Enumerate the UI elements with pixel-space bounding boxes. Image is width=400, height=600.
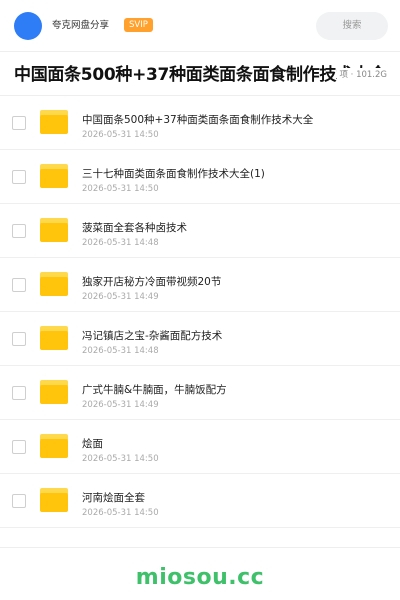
folder-icon	[40, 218, 68, 242]
file-name[interactable]: 河南烩面全套	[82, 491, 145, 505]
folder-icon	[40, 326, 68, 350]
page-title: 中国面条500种+37种面类面条面食制作技术大全	[14, 65, 387, 85]
share-owner-name: 夸克网盘分享	[52, 20, 110, 31]
file-row[interactable]: 中国面条500种+37种面类面条面食制作技术大全 2026-05-31 14:5…	[0, 96, 400, 150]
file-time: 2026-05-31 14:49	[82, 292, 159, 302]
file-row[interactable]: 广式牛腩&牛腩面，牛腩饭配方 2026-05-31 14:49	[0, 366, 400, 420]
file-time: 2026-05-31 14:48	[82, 238, 159, 248]
file-time: 2026-05-31 14:49	[82, 400, 159, 410]
share-summary: 项 · 101.2G	[337, 68, 387, 82]
footer-divider	[0, 547, 400, 548]
folder-icon	[40, 272, 68, 296]
file-time: 2026-05-31 14:50	[82, 508, 159, 518]
file-time: 2026-05-31 14:50	[82, 454, 159, 464]
folder-icon	[40, 434, 68, 458]
folder-icon	[40, 164, 68, 188]
file-name[interactable]: 冯记镇店之宝-杂酱面配方技术	[82, 329, 222, 343]
checkbox[interactable]	[12, 494, 26, 508]
search-input[interactable]: 搜索	[316, 12, 388, 40]
file-name[interactable]: 三十七种面类面条面食制作技术大全(1)	[82, 167, 265, 181]
file-name[interactable]: 中国面条500种+37种面类面条面食制作技术大全	[82, 113, 313, 127]
file-row[interactable]: 冯记镇店之宝-杂酱面配方技术 2026-05-31 14:48	[0, 312, 400, 366]
file-row[interactable]: 三十七种面类面条面食制作技术大全(1) 2026-05-31 14:50	[0, 150, 400, 204]
checkbox[interactable]	[12, 224, 26, 238]
avatar[interactable]	[14, 12, 42, 40]
file-row[interactable]: 烩面 2026-05-31 14:50	[0, 420, 400, 474]
file-name[interactable]: 烩面	[82, 437, 103, 451]
svip-badge: SVIP	[124, 18, 153, 32]
checkbox[interactable]	[12, 440, 26, 454]
site-watermark: miosou.cc	[135, 565, 265, 590]
header-bar: 夸克网盘分享 SVIP 搜索	[0, 0, 400, 52]
checkbox[interactable]	[12, 170, 26, 184]
file-name[interactable]: 独家开店秘方冷面带视频20节	[82, 275, 221, 289]
checkbox[interactable]	[12, 278, 26, 292]
checkbox[interactable]	[12, 332, 26, 346]
folder-icon	[40, 488, 68, 512]
file-row[interactable]: 河南烩面全套 2026-05-31 14:50	[0, 474, 400, 528]
title-bar: 中国面条500种+37种面类面条面食制作技术大全 项 · 101.2G	[0, 52, 400, 96]
file-time: 2026-05-31 14:50	[82, 130, 159, 140]
file-time: 2026-05-31 14:48	[82, 346, 159, 356]
folder-icon	[40, 110, 68, 134]
file-name[interactable]: 广式牛腩&牛腩面，牛腩饭配方	[82, 383, 227, 397]
folder-icon	[40, 380, 68, 404]
checkbox[interactable]	[12, 116, 26, 130]
file-row[interactable]: 菠菜面全套各种卤技术 2026-05-31 14:48	[0, 204, 400, 258]
checkbox[interactable]	[12, 386, 26, 400]
file-time: 2026-05-31 14:50	[82, 184, 159, 194]
file-row[interactable]: 独家开店秘方冷面带视频20节 2026-05-31 14:49	[0, 258, 400, 312]
file-list: 中国面条500种+37种面类面条面食制作技术大全 2026-05-31 14:5…	[0, 96, 400, 528]
file-name[interactable]: 菠菜面全套各种卤技术	[82, 221, 187, 235]
